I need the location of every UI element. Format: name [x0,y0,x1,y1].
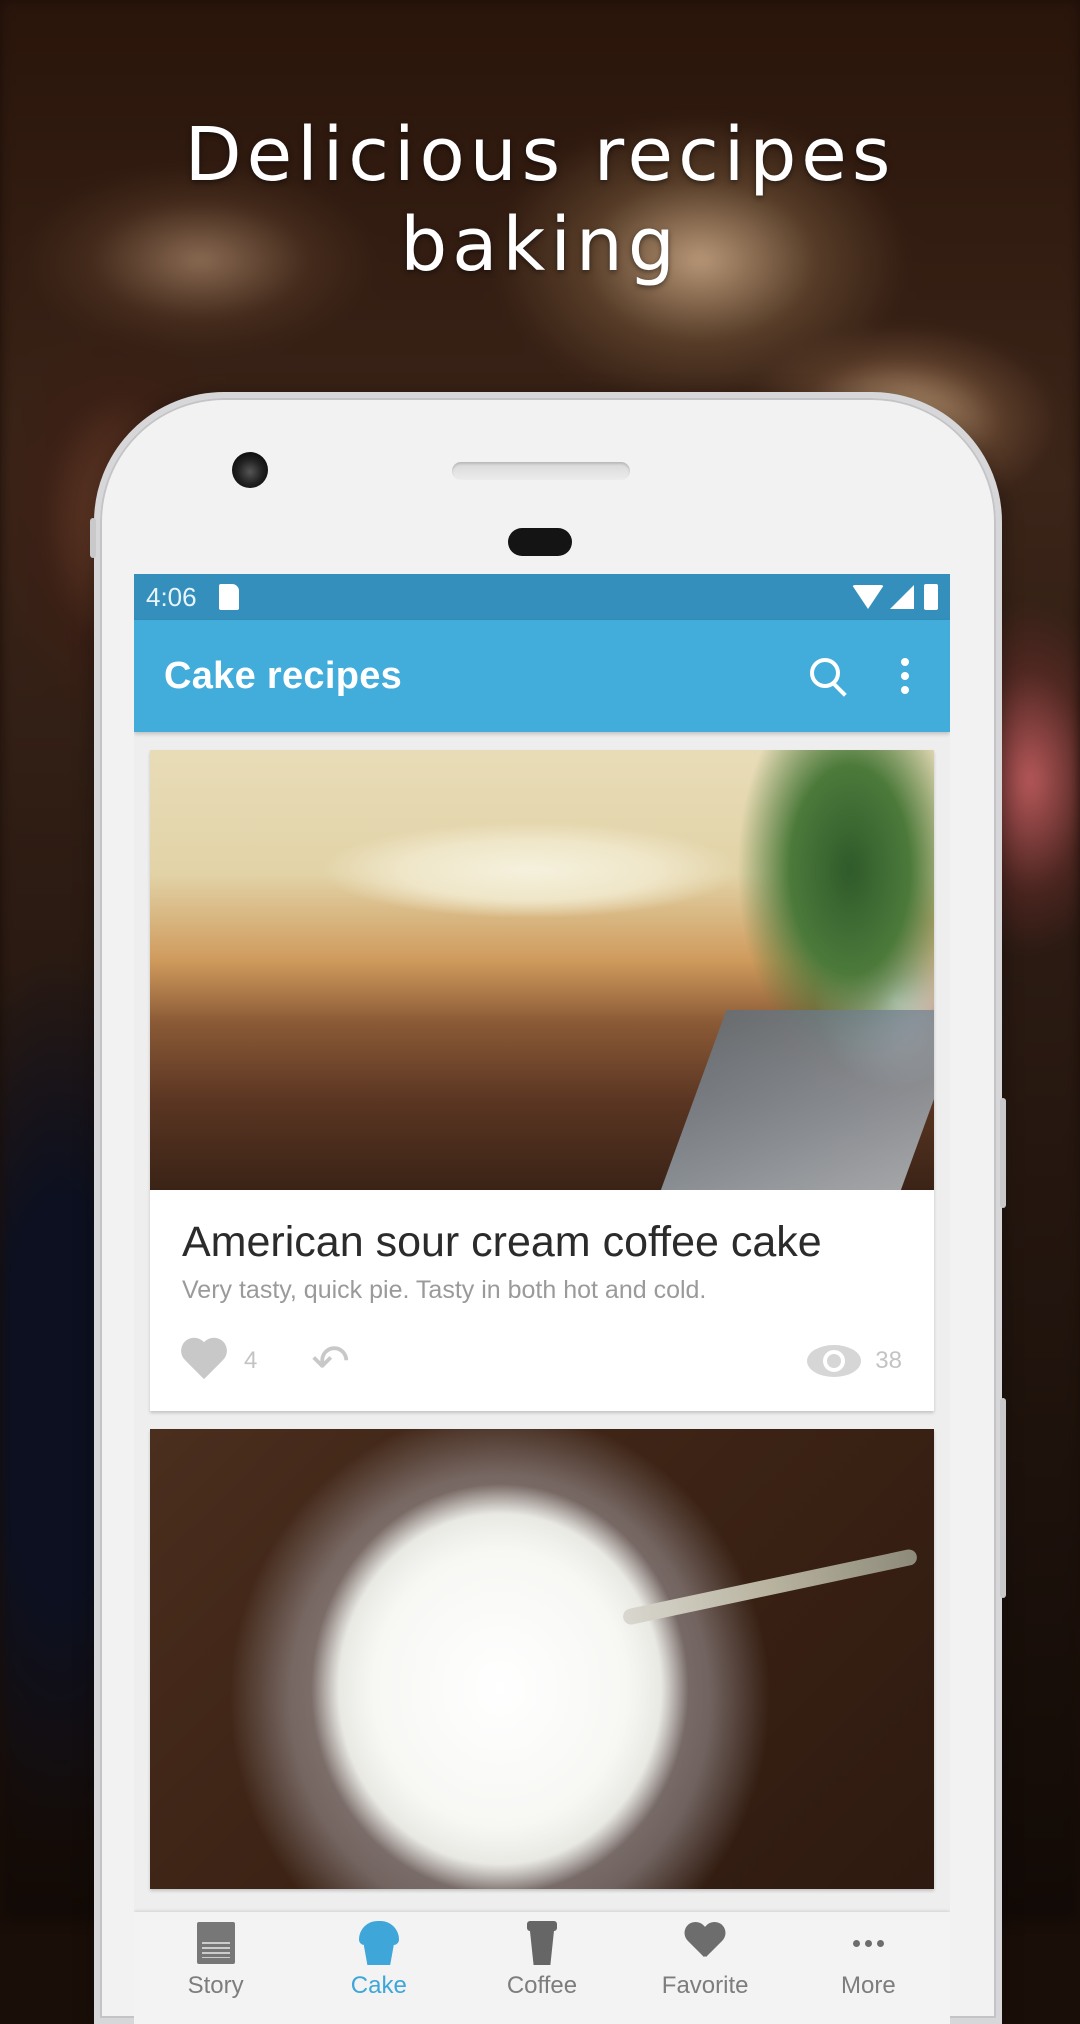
more-vert-icon-dot [901,686,909,694]
newspaper-icon [196,1922,235,1964]
wifi-icon [852,585,884,609]
coffee-cup-icon [526,1921,557,1965]
nav-label: Story [187,1972,244,1999]
headline-line-1: Delicious recipes [184,112,896,198]
nav-label: Favorite [661,1972,749,1999]
signal-icon [890,585,914,609]
like-count: 4 [244,1347,258,1374]
toolbar-title: Cake recipes [164,654,403,697]
cheesecake-photo[interactable] [150,750,934,1190]
recipe-feed[interactable]: American sour cream coffee cake Very tas… [134,732,950,1889]
phone-frame: 4:06 Cake recipes American sour cream co… [90,392,1006,2024]
bottom-navigation: Story Cake Coffee Favorite More [134,1912,950,2024]
recipe-card[interactable] [150,1429,934,1889]
search-icon-handle [832,682,847,697]
status-time: 4:06 [146,581,197,612]
cupcake-icon [358,1921,399,1965]
nav-item-coffee[interactable]: Coffee [472,1920,612,2000]
app-screen: 4:06 Cake recipes American sour cream co… [134,574,950,2024]
phone-side-button [90,518,96,558]
dot [876,1939,884,1947]
overflow-menu-button[interactable] [880,646,930,706]
nav-item-more[interactable]: More [798,1920,938,2000]
eye-icon [807,1345,862,1377]
proximity-sensor [508,528,572,556]
recipe-description: Very tasty, quick pie. Tasty in both hot… [182,1276,707,1304]
phone-volume-button [1000,1098,1006,1208]
sour-cream-bowl-photo[interactable] [150,1429,934,1889]
earpiece-speaker [452,462,630,480]
view-counter: 38 [807,1345,902,1377]
nav-item-story[interactable]: Story [146,1920,286,2000]
phone-power-button [1000,1398,1006,1598]
front-camera [232,452,268,488]
more-vert-icon [901,658,909,666]
headline-line-2: baking [400,202,680,288]
nav-label: More [841,1972,896,1999]
sd-card-icon [218,584,239,610]
app-toolbar: Cake recipes [134,620,950,732]
nav-item-favorite[interactable]: Favorite [635,1920,775,2000]
like-heart-icon[interactable] [182,1337,230,1385]
coffee-body [529,1931,554,1965]
search-button[interactable] [798,646,858,706]
card-actions: 4 ↶ 38 [182,1333,902,1389]
coffee-lid [526,1921,557,1931]
battery-icon [924,584,938,610]
cupcake-top [358,1921,399,1945]
dot [852,1939,860,1947]
recipe-title[interactable]: American sour cream coffee cake [182,1216,902,1268]
recipe-card[interactable]: American sour cream coffee cake Very tas… [150,750,934,1411]
promo-headline: Delicious recipes baking [0,110,1080,290]
view-count: 38 [875,1347,902,1374]
dot [864,1939,872,1947]
more-vert-icon-dot [901,672,909,680]
heart-icon [685,1923,725,1963]
nav-label: Coffee [506,1972,578,1999]
status-bar: 4:06 [134,574,950,620]
cupcake-cup [363,1945,394,1965]
nav-item-cake[interactable]: Cake [309,1920,449,2000]
nav-label: Cake [350,1972,407,1999]
more-horiz-icon [852,1939,884,1947]
share-reply-icon[interactable]: ↶ [311,1338,350,1384]
